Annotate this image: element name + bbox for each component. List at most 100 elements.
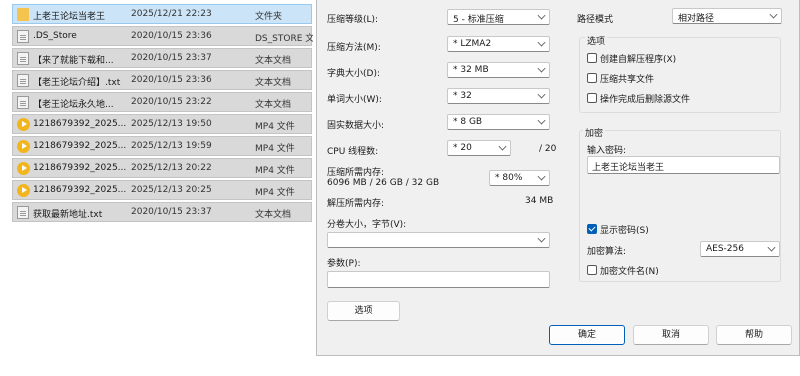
word-size-value: * 32 <box>453 91 472 101</box>
file-name: 1218679392_2025... <box>33 141 127 151</box>
text-file-icon <box>17 52 29 65</box>
folder-icon <box>17 8 29 21</box>
encryption-group-title: 加密 <box>583 126 606 139</box>
solid-block-select[interactable]: * 8 GB <box>447 114 550 130</box>
video-file-icon <box>17 118 30 131</box>
ok-button[interactable]: 确定 <box>549 325 625 345</box>
video-file-icon <box>17 162 30 175</box>
file-type: 文件夹 <box>255 12 283 22</box>
memory-decompress-value: 34 MB <box>525 196 554 206</box>
file-type: 文本文档 <box>255 56 292 66</box>
options-group-title: 选项 <box>585 34 608 47</box>
encryption-method-select[interactable]: AES-256 <box>700 241 780 257</box>
split-size-select[interactable] <box>327 232 550 248</box>
file-row[interactable]: 上老王论坛当老王 2025/12/21 22:23 文件夹 <box>12 4 312 24</box>
sfx-checkbox[interactable] <box>587 53 597 63</box>
file-row[interactable]: 【老王论坛介绍】.txt 2020/10/15 23:36 文本文档 <box>12 70 312 90</box>
file-name: 上老王论坛当老王 <box>33 12 106 22</box>
text-file-icon <box>17 206 29 219</box>
cpu-threads-select[interactable]: * 20 <box>447 140 511 156</box>
file-row[interactable]: 1218679392_2025... 2025/12/13 20:22 MP4 文件 <box>12 158 312 178</box>
file-name: 1218679392_2025... <box>33 185 127 195</box>
encrypt-filenames-label: 加密文件名(N) <box>600 267 659 277</box>
chevron-down-icon <box>537 234 546 243</box>
chevron-down-icon <box>537 90 546 99</box>
compression-level-label: 压缩等级(L): <box>327 15 379 25</box>
file-type: 文本文档 <box>255 100 292 110</box>
dictionary-size-value: * 32 MB <box>453 65 489 75</box>
memory-percent-select[interactable]: * 80% <box>489 170 550 186</box>
password-label: 输入密码: <box>587 146 627 156</box>
file-date: 2020/10/15 23:22 <box>131 97 212 107</box>
video-file-icon <box>17 140 30 153</box>
chevron-down-icon <box>537 11 546 20</box>
add-to-archive-dialog: 压缩等级(L): 5 - 标准压缩 压缩方法(M): * LZMA2 字典大小(… <box>316 0 800 356</box>
solid-block-label: 固实数据大小: <box>327 121 385 131</box>
file-type: 文本文档 <box>255 78 292 88</box>
chevron-down-icon <box>767 243 776 252</box>
file-row[interactable]: 1218679392_2025... 2025/12/13 19:59 MP4 文件 <box>12 136 312 156</box>
memory-compress-detail: 6096 MB / 26 GB / 32 GB <box>327 178 440 188</box>
file-row[interactable]: 【来了就能下载和... 2020/10/15 23:37 文本文档 <box>12 48 312 68</box>
chevron-down-icon <box>537 64 546 73</box>
file-row[interactable]: 【老王论坛永久地... 2020/10/15 23:22 文本文档 <box>12 92 312 112</box>
compression-method-value: * LZMA2 <box>453 39 492 49</box>
cpu-threads-label: CPU 线程数: <box>327 147 379 157</box>
file-date: 2020/10/15 23:36 <box>131 75 212 85</box>
shared-files-checkbox[interactable] <box>587 73 597 83</box>
cancel-button[interactable]: 取消 <box>633 325 709 345</box>
dictionary-size-label: 字典大小(D): <box>327 69 380 79</box>
solid-block-value: * 8 GB <box>453 117 483 127</box>
file-date: 2025/12/13 19:59 <box>131 141 212 151</box>
chevron-down-icon <box>769 10 778 19</box>
path-mode-select[interactable]: 相对路径 <box>672 8 782 24</box>
file-icon <box>17 30 29 43</box>
path-mode-value: 相对路径 <box>678 14 715 24</box>
compression-method-label: 压缩方法(M): <box>327 43 381 53</box>
text-file-icon <box>17 96 29 109</box>
file-date: 2025/12/13 20:25 <box>131 185 212 195</box>
file-row[interactable]: 1218679392_2025... 2025/12/13 19:50 MP4 文件 <box>12 114 312 134</box>
compression-level-select[interactable]: 5 - 标准压缩 <box>447 9 550 25</box>
parameters-input[interactable] <box>327 271 550 288</box>
file-type: MP4 文件 <box>255 166 295 176</box>
compression-method-select[interactable]: * LZMA2 <box>447 36 550 52</box>
file-date: 2025/12/13 19:50 <box>131 119 212 129</box>
memory-decompress-label: 解压所需内存: <box>327 199 385 209</box>
options-button[interactable]: 选项 <box>327 301 400 321</box>
file-row[interactable]: 1218679392_2025... 2025/12/13 20:25 MP4 文件 <box>12 180 312 200</box>
show-password-checkbox[interactable] <box>587 224 597 234</box>
file-row[interactable]: 获取最新地址.txt 2020/10/15 23:37 文本文档 <box>12 202 312 222</box>
delete-after-checkbox[interactable] <box>587 93 597 103</box>
file-name: 1218679392_2025... <box>33 119 127 129</box>
file-type: DS_STORE 文件 <box>255 34 313 44</box>
file-name: .DS_Store <box>33 31 77 41</box>
file-row[interactable]: .DS_Store 2020/10/15 23:36 DS_STORE 文件 <box>12 26 313 46</box>
chevron-down-icon <box>537 172 546 181</box>
text-file-icon <box>17 74 29 87</box>
encryption-method-label: 加密算法: <box>587 247 627 257</box>
encrypt-filenames-checkbox[interactable] <box>587 265 597 275</box>
show-password-label: 显示密码(S) <box>600 226 649 236</box>
word-size-label: 单词大小(W): <box>327 95 382 105</box>
file-name: 【老王论坛永久地... <box>33 100 114 110</box>
file-name: 【老王论坛介绍】.txt <box>33 78 121 88</box>
help-button[interactable]: 帮助 <box>716 325 792 345</box>
dictionary-size-select[interactable]: * 32 MB <box>447 62 550 78</box>
password-input[interactable]: 上老王论坛当老王 <box>587 156 780 174</box>
chevron-down-icon <box>537 116 546 125</box>
file-name: 1218679392_2025... <box>33 163 127 173</box>
delete-after-checkbox-label: 操作完成后删除源文件 <box>600 95 691 105</box>
file-date: 2020/10/15 23:37 <box>131 207 212 217</box>
cpu-threads-value: * 20 <box>453 143 472 153</box>
file-type: 文本文档 <box>255 210 292 220</box>
word-size-select[interactable]: * 32 <box>447 88 550 104</box>
file-date: 2020/10/15 23:36 <box>131 31 212 41</box>
file-date: 2025/12/21 22:23 <box>131 9 212 19</box>
file-name: 获取最新地址.txt <box>33 210 103 220</box>
file-date: 2025/12/13 20:22 <box>131 163 212 173</box>
video-file-icon <box>17 184 30 197</box>
parameters-label: 参数(P): <box>327 259 361 269</box>
file-type: MP4 文件 <box>255 122 295 132</box>
sfx-checkbox-label: 创建自解压程序(X) <box>600 55 677 65</box>
